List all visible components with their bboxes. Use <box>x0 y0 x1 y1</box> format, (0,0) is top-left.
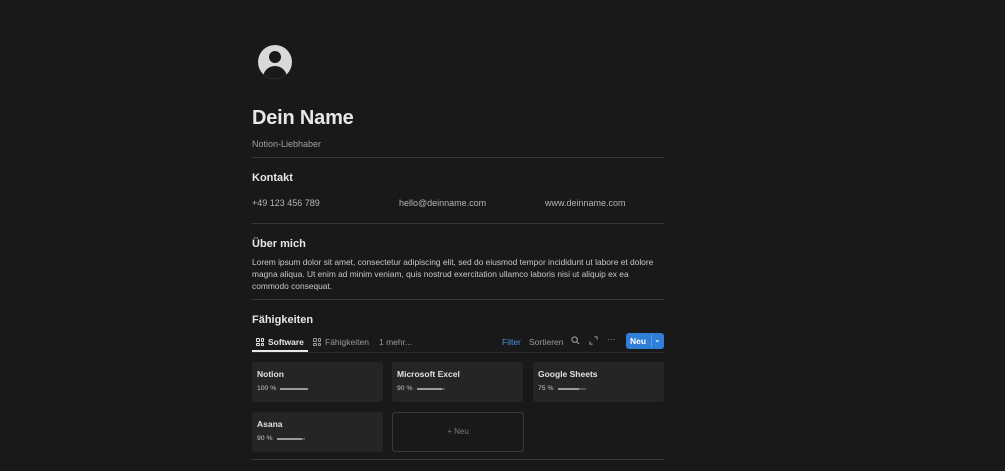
skill-progress: 75 % <box>538 385 586 392</box>
skill-progress: 90 % <box>397 385 445 392</box>
progress-bar <box>557 387 586 390</box>
new-button[interactable]: Neu ⌄ <box>626 333 664 349</box>
contact-website[interactable]: www.deinname.com <box>545 198 626 208</box>
divider <box>252 459 664 460</box>
contact-phone: +49 123 456 789 <box>252 198 320 208</box>
skill-card[interactable]: Microsoft Excel 90 % <box>392 362 523 402</box>
add-card-label: + Neu <box>447 427 469 436</box>
skill-percent: 100 % <box>257 385 277 392</box>
contact-email[interactable]: hello@deinname.com <box>399 198 486 208</box>
skill-percent: 75 % <box>538 385 554 392</box>
grid-icon <box>313 338 321 346</box>
tab-label: 1 mehr... <box>379 337 413 347</box>
skill-card[interactable]: Asana 90 % <box>252 412 383 452</box>
active-tab-indicator <box>252 350 308 352</box>
skill-percent: 90 % <box>257 435 273 442</box>
new-button-label: Neu <box>630 336 647 346</box>
filter-button[interactable]: Filter <box>502 337 521 347</box>
more-icon[interactable]: ··· <box>607 334 616 344</box>
contact-heading: Kontakt <box>252 172 293 184</box>
chevron-down-icon[interactable]: ⌄ <box>654 335 661 344</box>
tab-software[interactable]: Software <box>256 337 304 347</box>
skill-card[interactable]: Notion 100 % <box>252 362 383 402</box>
avatar-icon[interactable] <box>258 45 292 79</box>
page-title[interactable]: Dein Name <box>252 107 354 130</box>
skill-progress: 100 % <box>257 385 309 392</box>
about-heading: Über mich <box>252 238 306 250</box>
skill-percent: 90 % <box>397 385 413 392</box>
subtitle: Notion-Liebhaber <box>252 139 322 149</box>
button-separator <box>651 335 652 347</box>
divider <box>252 157 664 158</box>
search-icon[interactable] <box>571 336 580 347</box>
progress-bar <box>276 437 305 440</box>
skill-title: Google Sheets <box>538 369 598 379</box>
progress-bar <box>280 387 309 390</box>
progress-bar <box>416 387 445 390</box>
divider <box>252 223 664 224</box>
skills-view-tabs: Software Fähigkeiten 1 mehr... Filter So… <box>252 333 664 353</box>
skill-progress: 90 % <box>257 435 305 442</box>
sort-button[interactable]: Sortieren <box>529 337 564 347</box>
add-card-button[interactable]: + Neu <box>392 412 524 452</box>
expand-icon[interactable] <box>589 336 598 347</box>
skills-heading: Fähigkeiten <box>252 314 314 326</box>
skill-title: Microsoft Excel <box>397 369 460 379</box>
tab-more[interactable]: 1 mehr... <box>379 337 412 347</box>
tab-label: Software <box>268 337 304 347</box>
skill-title: Notion <box>257 369 284 379</box>
skill-card[interactable]: Google Sheets 75 % <box>533 362 664 402</box>
skill-title: Asana <box>257 419 283 429</box>
tab-label: Fähigkeiten <box>325 337 369 347</box>
about-text: Lorem ipsum dolor sit amet, consectetur … <box>252 257 654 291</box>
tab-faehigkeiten[interactable]: Fähigkeiten <box>313 337 369 347</box>
divider <box>252 299 664 300</box>
grid-icon <box>256 338 264 346</box>
